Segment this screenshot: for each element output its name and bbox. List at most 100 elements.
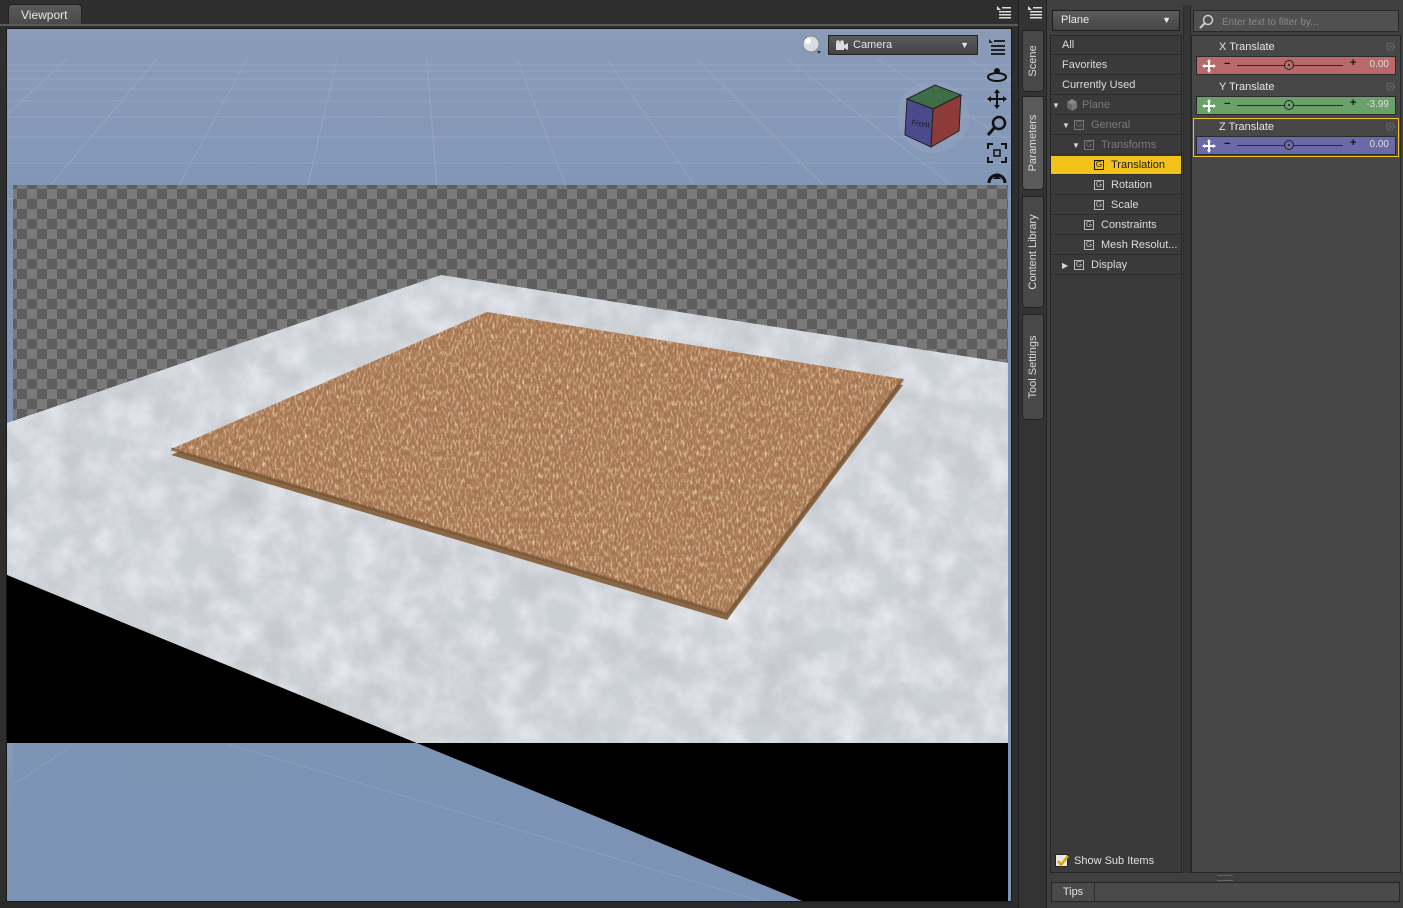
parameters-panel: Plane ▼ All Favorites Currently Used ▼ P…	[1046, 0, 1403, 908]
group-icon: G	[1094, 200, 1104, 210]
group-icon: G	[1084, 220, 1094, 230]
move-icon[interactable]	[1201, 138, 1217, 154]
camera-label: Camera	[853, 39, 893, 51]
gear-icon[interactable]	[1385, 41, 1396, 52]
tree-item-currently-used[interactable]: Currently Used	[1051, 76, 1181, 95]
tree-item-label: Currently Used	[1062, 79, 1136, 91]
pane-menu-icon[interactable]	[1027, 5, 1043, 19]
gear-icon[interactable]	[1385, 121, 1396, 132]
zoom-icon[interactable]	[985, 114, 1009, 138]
tree-item-mesh-resolution[interactable]: G Mesh Resolut...	[1051, 236, 1181, 255]
property-z-translate[interactable]: Z Translate − +0.00	[1193, 118, 1399, 157]
tree-item-transforms[interactable]: ▼ G Transforms	[1051, 136, 1181, 155]
viewport-tab[interactable]: Viewport	[8, 4, 82, 24]
tree-item-plane[interactable]: ▼ Plane	[1051, 96, 1181, 115]
tips-bar: Tips	[1051, 882, 1400, 902]
checkbox-box[interactable]	[1055, 854, 1069, 868]
tips-tab[interactable]: Tips	[1052, 883, 1095, 901]
tree-item-label: Translation	[1111, 159, 1166, 171]
column-divider[interactable]	[1183, 5, 1191, 873]
expand-arrow-icon[interactable]: ▼	[1052, 96, 1060, 114]
filter-box	[1193, 10, 1400, 32]
tree-item-general[interactable]: ▼ G General	[1051, 116, 1181, 135]
increment-button[interactable]: +	[1350, 137, 1356, 149]
resize-grip[interactable]	[1217, 875, 1233, 881]
tree-item-rotation[interactable]: G Rotation	[1051, 176, 1181, 195]
orbit-icon[interactable]	[985, 62, 1009, 86]
node-select[interactable]: Plane ▼	[1052, 10, 1180, 31]
property-name: X Translate	[1219, 41, 1275, 53]
group-icon: G	[1094, 180, 1104, 190]
increment-button[interactable]: +	[1350, 57, 1356, 69]
tab-tool-settings[interactable]: Tool Settings	[1022, 314, 1044, 420]
tab-divider	[0, 24, 1018, 26]
move-icon[interactable]	[1201, 58, 1217, 74]
slider-knob[interactable]	[1284, 60, 1294, 70]
viewport-status-strip	[0, 902, 1018, 908]
slider-knob[interactable]	[1284, 100, 1294, 110]
show-sub-items-label: Show Sub Items	[1074, 855, 1155, 867]
property-value[interactable]: 0.00	[1370, 139, 1389, 150]
frame-icon[interactable]	[985, 141, 1009, 165]
expand-arrow-icon[interactable]: ▶	[1062, 256, 1068, 274]
tree-item-label: Display	[1091, 259, 1128, 271]
group-icon: G	[1074, 260, 1084, 270]
view-cube[interactable]: Front	[895, 79, 971, 155]
property-value[interactable]: -3.99	[1366, 99, 1389, 110]
tree-item-all[interactable]: All	[1051, 36, 1181, 55]
node-select-label: Plane	[1061, 14, 1090, 26]
property-name: Z Translate	[1219, 121, 1275, 133]
property-x-translate[interactable]: X Translate − +0.00	[1193, 38, 1399, 77]
tree-item-constraints[interactable]: G Constraints	[1051, 216, 1181, 235]
property-slider-bar[interactable]: − +0.00	[1196, 56, 1396, 75]
decrement-button[interactable]: −	[1224, 58, 1230, 70]
expand-arrow-icon[interactable]: ▼	[1062, 116, 1070, 134]
tree-item-favorites[interactable]: Favorites	[1051, 56, 1181, 75]
tree-item-label: Constraints	[1101, 219, 1157, 231]
move-icon[interactable]	[1201, 98, 1217, 114]
tree-item-label: Mesh Resolut...	[1101, 239, 1178, 251]
reset-view-icon[interactable]	[985, 167, 1009, 191]
side-tab-strip: Scene Parameters Content Library Tool Se…	[1018, 0, 1047, 908]
tab-scene[interactable]: Scene	[1022, 30, 1044, 92]
property-slider-bar[interactable]: − + -3.99	[1196, 96, 1396, 115]
filter-input[interactable]	[1220, 12, 1400, 32]
chevron-down-icon: ▼	[1162, 15, 1171, 25]
render-preview-icon[interactable]	[801, 34, 823, 56]
tree-item-label: All	[1062, 39, 1075, 51]
expand-arrow-icon[interactable]: ▼	[1072, 136, 1080, 154]
property-value[interactable]: 0.00	[1370, 59, 1389, 70]
3d-viewport[interactable]: Camera ▼ Front	[6, 28, 1012, 902]
tree-item-display[interactable]: ▶ G Display	[1051, 256, 1181, 275]
tab-scene-label: Scene	[1027, 45, 1039, 77]
show-sub-items-checkbox[interactable]: Show Sub Items	[1055, 853, 1185, 869]
tab-parameters-label: Parameters	[1027, 114, 1039, 172]
pane-menu-icon[interactable]	[996, 5, 1012, 19]
decrement-button[interactable]: −	[1224, 98, 1230, 110]
camera-select[interactable]: Camera ▼	[828, 35, 978, 55]
cube-icon	[1067, 99, 1077, 111]
property-group-tree: All Favorites Currently Used ▼ Plane ▼ G…	[1050, 35, 1182, 873]
tree-item-label: Scale	[1111, 199, 1139, 211]
tab-parameters[interactable]: Parameters	[1022, 96, 1044, 190]
increment-button[interactable]: +	[1350, 97, 1356, 109]
pan-icon[interactable]	[985, 87, 1009, 111]
tab-content-library[interactable]: Content Library	[1022, 196, 1044, 308]
decrement-button[interactable]: −	[1224, 138, 1230, 150]
tab-content-library-label: Content Library	[1027, 214, 1039, 290]
slider-knob[interactable]	[1284, 140, 1294, 150]
property-slider-bar[interactable]: − +0.00	[1196, 136, 1396, 155]
tree-item-label: General	[1091, 119, 1131, 131]
tree-item-label: Transforms	[1101, 139, 1157, 151]
property-y-translate[interactable]: Y Translate − + -3.99	[1193, 78, 1399, 117]
tab-tool-settings-label: Tool Settings	[1027, 335, 1039, 399]
viewport-options-icon[interactable]	[985, 35, 1009, 59]
group-icon: G	[1074, 120, 1084, 130]
tree-item-translation[interactable]: G Translation	[1051, 156, 1181, 175]
tree-item-scale[interactable]: G Scale	[1051, 196, 1181, 215]
camera-icon	[836, 40, 848, 50]
chevron-down-icon: ▼	[960, 40, 969, 50]
group-icon: G	[1094, 160, 1104, 170]
gear-icon[interactable]	[1385, 81, 1396, 92]
group-icon: G	[1084, 140, 1094, 150]
